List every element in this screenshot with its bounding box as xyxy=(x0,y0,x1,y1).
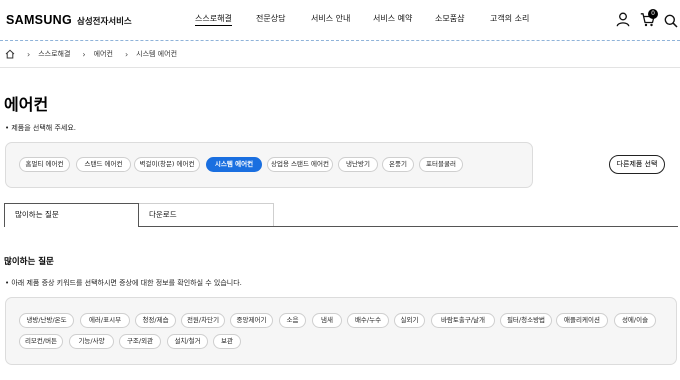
keyword-pill[interactable]: 설치/철거 xyxy=(167,334,208,349)
category-panel: 홈멀티 에어컨 스탠드 에어컨 벽걸이(창문) 에어컨 시스템 에어컨 상업용 … xyxy=(5,142,533,188)
tab-download[interactable]: 다운로드 xyxy=(139,203,274,227)
keyword-pill[interactable]: 중앙제어기 xyxy=(230,313,273,328)
search-icon[interactable] xyxy=(664,13,680,31)
keyword-pill[interactable]: 보관 xyxy=(213,334,241,349)
keyword-pill[interactable]: 청정/제습 xyxy=(135,313,176,328)
nav-customer-voice[interactable]: 고객의 소리 xyxy=(490,13,529,24)
breadcrumb-item-self-solve[interactable]: 스스로해결 xyxy=(38,49,70,59)
product-select-hint: • 제품을 선택해 주세요. xyxy=(5,124,76,132)
keyword-pill[interactable]: 소음 xyxy=(279,313,306,328)
keyword-pill[interactable]: 필터/청소방법 xyxy=(500,313,552,328)
keyword-pill[interactable]: 바람토출구/날개 xyxy=(431,313,495,328)
category-pill-commercial-stand[interactable]: 상업용 스탠드 에어컨 xyxy=(267,157,333,172)
other-product-button[interactable]: 다른제품 선택 xyxy=(609,155,665,174)
breadcrumb-divider xyxy=(0,67,680,68)
keyword-pill[interactable]: 전원/차단기 xyxy=(181,313,225,328)
keyword-pill[interactable]: 냉방/난방/온도 xyxy=(19,313,74,328)
nav-parts-shop[interactable]: 소모품샵 xyxy=(435,13,464,24)
header: SAMSUNG 삼성전자서비스 스스로해결 전문상담 서비스 안내 서비스 예약… xyxy=(0,0,680,40)
keyword-pill[interactable]: 리모컨/버튼 xyxy=(19,334,63,349)
keyword-panel: 냉방/난방/온도 에러/표시부 청정/제습 전원/차단기 중앙제어기 소음 냄새… xyxy=(5,297,677,365)
chevron-right-icon: › xyxy=(124,49,129,59)
chevron-right-icon: › xyxy=(27,49,31,59)
keyword-pill[interactable]: 성에/이슬 xyxy=(614,313,656,328)
category-pill-heat-cool[interactable]: 냉난방기 xyxy=(338,157,378,172)
logo-wordmark: SAMSUNG xyxy=(6,13,72,27)
breadcrumb: › 스스로해결 › 에어컨 › 시스템 에어컨 xyxy=(5,48,177,60)
category-pill-portable[interactable]: 포터블쿨러 xyxy=(419,157,463,172)
keyword-pill[interactable]: 에러/표시부 xyxy=(80,313,130,328)
breadcrumb-item-system-aircon: 시스템 에어컨 xyxy=(136,50,178,58)
tab-underline xyxy=(139,226,678,227)
samsung-logo[interactable]: SAMSUNG 삼성전자서비스 xyxy=(6,13,132,27)
breadcrumb-item-aircon[interactable]: 에어컨 xyxy=(94,49,113,59)
tab-faq[interactable]: 많이하는 질문 xyxy=(4,203,139,227)
page-title: 에어컨 xyxy=(4,95,49,114)
user-icon[interactable] xyxy=(616,12,632,30)
category-pill-heater[interactable]: 온풍기 xyxy=(382,157,414,172)
keyword-pill[interactable]: 실외기 xyxy=(394,313,425,328)
faq-title: 많이하는 질문 xyxy=(4,257,54,267)
category-pill-stand[interactable]: 스탠드 에어컨 xyxy=(76,157,131,172)
nav-service-info[interactable]: 서비스 안내 xyxy=(311,13,350,24)
keyword-pill[interactable]: 기능/사양 xyxy=(69,334,114,349)
content-tabs: 많이하는 질문 다운로드 xyxy=(4,203,678,227)
faq-hint: • 아래 제품 증상 키워드를 선택하시면 증상에 대한 정보를 확인하실 수 … xyxy=(5,279,242,287)
category-pill-home-multi[interactable]: 홈멀티 에어컨 xyxy=(19,157,70,172)
cart-count-badge: 0 xyxy=(648,9,658,19)
nav-self-solve[interactable]: 스스로해결 xyxy=(195,13,232,26)
home-icon[interactable] xyxy=(5,49,15,59)
nav-consult[interactable]: 전문상담 xyxy=(256,13,285,24)
chevron-right-icon: › xyxy=(82,49,86,59)
keyword-pill[interactable]: 애플리케이션 xyxy=(556,313,608,328)
header-divider xyxy=(0,40,680,41)
logo-service-name: 삼성전자서비스 xyxy=(77,17,132,27)
category-pill-system[interactable]: 시스템 에어컨 xyxy=(206,157,262,172)
keyword-pill[interactable]: 배수/누수 xyxy=(347,313,389,328)
cart-icon[interactable]: 0 xyxy=(640,9,658,30)
keyword-pill[interactable]: 구조/외관 xyxy=(119,334,161,349)
category-pill-wall[interactable]: 벽걸이(창문) 에어컨 xyxy=(134,157,200,172)
nav-service-booking[interactable]: 서비스 예약 xyxy=(373,13,412,24)
keyword-pill[interactable]: 냄새 xyxy=(312,313,342,328)
